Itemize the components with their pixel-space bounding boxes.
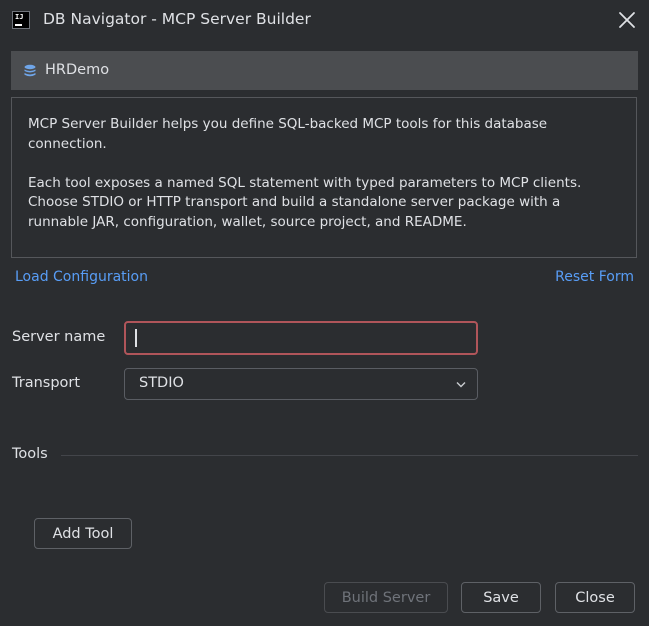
server-name-input[interactable] xyxy=(124,321,478,355)
app-logo-icon: IJ xyxy=(12,11,30,29)
transport-label: Transport xyxy=(12,375,81,391)
connection-name: HRDemo xyxy=(45,62,110,78)
tools-section-label: Tools xyxy=(12,446,48,462)
build-server-button[interactable]: Build Server xyxy=(324,582,448,613)
add-tool-button[interactable]: Add Tool xyxy=(34,518,132,549)
text-caret xyxy=(135,329,137,347)
description-paragraph-1: MCP Server Builder helps you define SQL-… xyxy=(28,116,548,152)
window-title: DB Navigator - MCP Server Builder xyxy=(43,10,311,28)
app-logo-text: IJ xyxy=(15,13,24,21)
chevron-down-icon xyxy=(456,382,466,388)
tools-divider xyxy=(61,455,638,456)
connection-header: HRDemo xyxy=(11,51,638,90)
database-icon xyxy=(24,64,36,77)
reset-form-link[interactable]: Reset Form xyxy=(555,269,634,285)
save-button[interactable]: Save xyxy=(461,582,541,613)
description-paragraph-2: Each tool exposes a named SQL statement … xyxy=(28,174,582,230)
transport-select[interactable]: STDIO xyxy=(124,368,478,400)
description-panel: MCP Server Builder helps you define SQL-… xyxy=(11,97,637,258)
close-icon[interactable] xyxy=(617,10,637,30)
load-configuration-link[interactable]: Load Configuration xyxy=(15,269,148,285)
server-name-label: Server name xyxy=(12,329,106,345)
transport-value: STDIO xyxy=(139,375,184,391)
close-button[interactable]: Close xyxy=(555,582,635,613)
title-bar: IJ DB Navigator - MCP Server Builder xyxy=(0,0,649,42)
